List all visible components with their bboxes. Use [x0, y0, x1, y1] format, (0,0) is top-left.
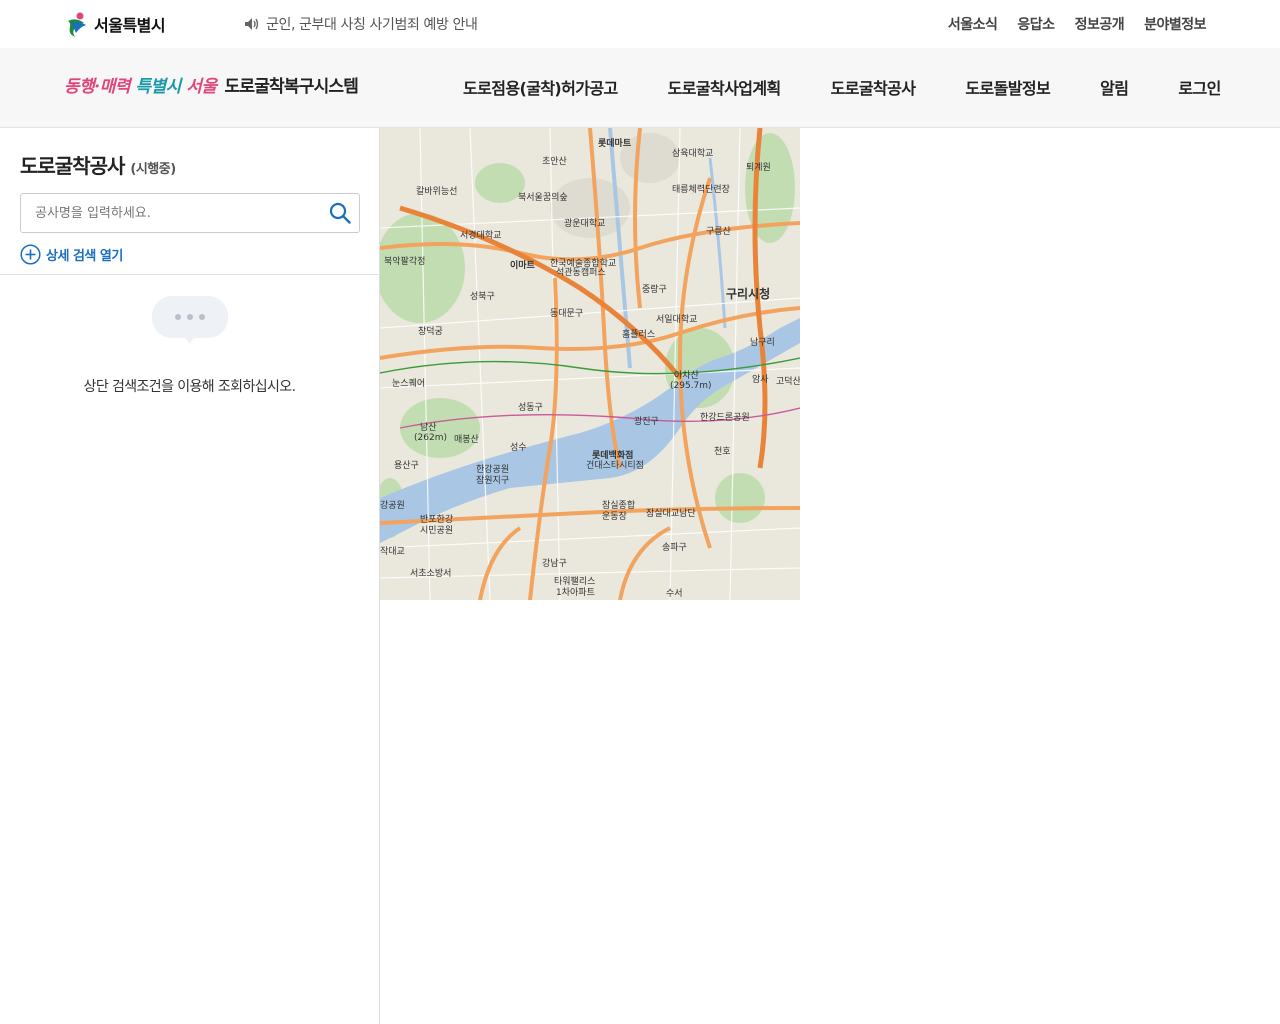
map-label: 삼육대학교: [672, 148, 713, 159]
seoul-logo[interactable]: 서울특별시: [64, 10, 166, 38]
map-label: 롯데마트: [598, 137, 632, 149]
map-label: 동대문구: [550, 308, 583, 319]
main-header: 동행·매력 특별시 서울 도로굴착복구시스템 도로점용(굴착)허가공고 도로굴착…: [0, 48, 1280, 128]
map-label: 북악팔각정: [384, 255, 425, 267]
search-icon[interactable]: [329, 202, 351, 224]
map-label: 태릉체력단련장: [672, 183, 730, 195]
map-label: 운동장: [602, 511, 627, 522]
map-label: 천호: [714, 446, 731, 457]
util-link-info-disclosure[interactable]: 정보공개: [1075, 14, 1125, 34]
detail-search-toggle[interactable]: 상세 검색 열기: [20, 244, 123, 265]
map-label: 남구리: [750, 337, 775, 348]
map-label: 송파구: [662, 542, 687, 553]
main-nav: 도로점용(굴착)허가공고 도로굴착사업계획 도로굴착공사 도로돌발정보 알림 로…: [463, 75, 1221, 99]
speech-bubble-icon: [151, 296, 228, 344]
map-label: 칼바위능선: [416, 186, 457, 197]
map-label: 작대교: [380, 546, 405, 557]
nav-excavation-work[interactable]: 도로굴착공사: [831, 75, 916, 99]
search-box: [20, 193, 360, 233]
map-label: 시민공원: [420, 525, 453, 536]
slogan-part-1: 동행·매력: [64, 77, 130, 97]
system-brand[interactable]: 동행·매력 특별시 서울 도로굴착복구시스템: [64, 72, 359, 97]
map-label: 잠원지구: [476, 475, 509, 486]
speaker-icon: [245, 18, 259, 30]
util-link-eungdapso[interactable]: 응답소: [1017, 14, 1055, 34]
map-label: 석관동캠퍼스: [556, 266, 606, 278]
nav-road-incident[interactable]: 도로돌발정보: [965, 75, 1050, 99]
util-link-field-info[interactable]: 분야별정보: [1144, 14, 1206, 34]
panel-divider: [0, 274, 379, 275]
map-label: 서경대학교: [460, 229, 501, 241]
map-label: 구릉산: [706, 226, 731, 237]
map-label: 중랑구: [642, 283, 667, 295]
slogan-part-3: 서울: [186, 77, 217, 97]
map-label: 고덕산: [776, 376, 800, 387]
seoul-slogan: 동행·매력 특별시 서울: [64, 72, 217, 97]
nav-login[interactable]: 로그인: [1178, 75, 1221, 99]
map-label: 롯데백화점: [592, 449, 633, 461]
map-label: 타워팰리스: [554, 575, 595, 587]
notice-link[interactable]: 군인, 군부대 사칭 사기범죄 예방 안내: [244, 14, 478, 34]
map-label: 성수: [510, 442, 527, 453]
map-label: (262m): [414, 433, 447, 443]
search-input[interactable]: [21, 194, 321, 232]
top-utility-bar: 서울특별시 군인, 군부대 사칭 사기범죄 예방 안내 서울소식 응답소 정보공…: [0, 0, 1280, 48]
detail-search-label: 상세 검색 열기: [46, 249, 123, 264]
map-label: 창덕궁: [418, 326, 443, 337]
map-label: 건대스타시티점: [586, 459, 644, 471]
map-label: 퇴계원: [746, 161, 771, 173]
panel-title: 도로굴착공사 (시행중): [20, 150, 176, 179]
nav-occupancy-notice[interactable]: 도로점용(굴착)허가공고: [463, 75, 618, 99]
empty-state: 상단 검색조건을 이용해 조회하십시오.: [0, 294, 379, 396]
map-label: 구리시청: [726, 286, 770, 301]
map-label: 광진구: [634, 415, 659, 427]
util-link-seoul-news[interactable]: 서울소식: [948, 14, 998, 34]
map-label: 용산구: [394, 460, 419, 471]
map-label: (295.7m): [670, 381, 712, 391]
map-label: 눈스퀘어: [392, 378, 425, 389]
plus-circle-icon: [20, 244, 41, 265]
seoul-logo-text: 서울특별시: [94, 16, 166, 35]
map-label: 매봉산: [454, 434, 479, 445]
map-label: 한강드론공원: [700, 412, 750, 423]
map-label: 강남구: [542, 558, 567, 569]
nav-excavation-plan[interactable]: 도로굴착사업계획: [668, 75, 782, 99]
empty-message: 상단 검색조건을 이용해 조회하십시오.: [83, 379, 296, 395]
map-label: 서초소방서: [410, 568, 451, 579]
map-label: 잠실대교남단: [646, 508, 696, 519]
map-label: 광운대학교: [564, 217, 605, 229]
map-label: 초안산: [542, 156, 567, 167]
map-label: 반포한강: [420, 514, 453, 525]
seoul-logo-icon: [68, 12, 86, 37]
system-name: 도로굴착복구시스템: [224, 77, 359, 97]
search-panel: 도로굴착공사 (시행중) 상세 검색 열기 상단 검색조건을 이용해 조회하십시…: [0, 128, 380, 1024]
utility-links: 서울소식 응답소 정보공개 분야별정보: [948, 14, 1207, 34]
map-label: 남산: [420, 422, 437, 433]
map-label: 이마트: [510, 259, 536, 271]
map-label: 수서: [666, 588, 683, 599]
map-view[interactable]: 롯데마트 삼육대학교 초안산 퇴계원 칼바위능선 북서울꿈의숲 태릉체력단련장 …: [380, 128, 800, 600]
map-canvas: 롯데마트 삼육대학교 초안산 퇴계원 칼바위능선 북서울꿈의숲 태릉체력단련장 …: [380, 128, 800, 600]
map-label: 아차산: [674, 369, 699, 381]
map-label: 한강공원: [476, 464, 509, 475]
notice-text: 군인, 군부대 사칭 사기범죄 예방 안내: [266, 17, 478, 33]
slogan-part-2: 특별시: [135, 77, 181, 97]
panel-title-text: 도로굴착공사: [20, 154, 125, 178]
map-label: 잠실종합: [602, 500, 635, 511]
panel-subtitle: (시행중): [130, 162, 176, 177]
map-label: 서일대학교: [656, 314, 697, 325]
nav-notice[interactable]: 알림: [1100, 75, 1129, 99]
map-label: 암사: [752, 373, 769, 385]
map-label: 성북구: [470, 291, 495, 302]
map-label: 1차아파트: [556, 586, 595, 598]
map-label: 북서울꿈의숲: [518, 192, 568, 203]
map-label: 성동구: [518, 402, 543, 413]
map-label: 강공원: [380, 500, 405, 511]
map-label: 홈플러스: [622, 328, 655, 340]
